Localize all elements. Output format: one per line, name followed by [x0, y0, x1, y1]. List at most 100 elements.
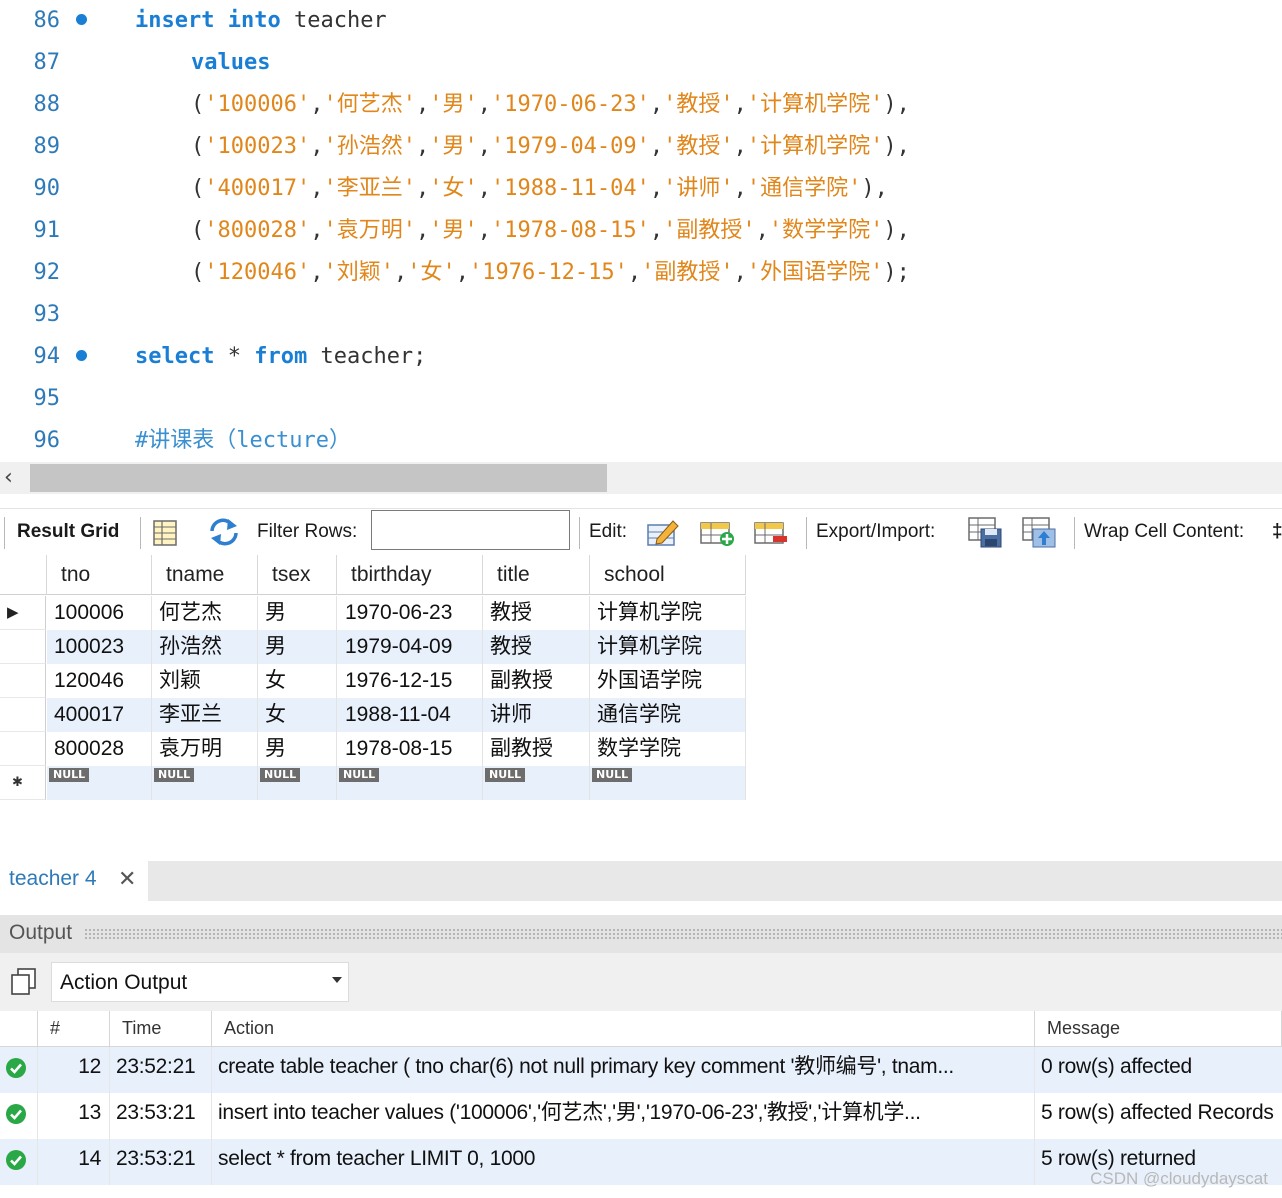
- import-icon[interactable]: [1021, 515, 1057, 549]
- output-cell-time[interactable]: 23:53:21: [110, 1093, 212, 1139]
- close-tab-icon[interactable]: ✕: [118, 867, 136, 892]
- output-row[interactable]: 13 23:53:21 insert into teacher values ('1…: [0, 1093, 1282, 1139]
- table-row[interactable]: NULL NULL NULL NULL NULL NULL: [47, 766, 746, 800]
- column-header-tno[interactable]: tno: [47, 555, 152, 595]
- output-cell-message[interactable]: 5 row(s) affected Records: [1035, 1093, 1282, 1139]
- code-line[interactable]: 93: [0, 294, 1282, 336]
- table-cell-tno[interactable]: 120046: [47, 664, 152, 698]
- refresh-icon[interactable]: [206, 515, 242, 549]
- output-cell-action[interactable]: insert into teacher values ('100006','何艺…: [212, 1093, 1035, 1139]
- table-cell-tname[interactable]: 何艺杰: [152, 596, 258, 630]
- sql-editor[interactable]: 86 insert into teacher 87 values 88 ('100006'…: [0, 0, 1282, 462]
- table-cell-tname[interactable]: NULL: [152, 766, 258, 800]
- output-cell-num[interactable]: 14: [38, 1139, 110, 1185]
- table-cell-title[interactable]: NULL: [483, 766, 590, 800]
- row-selector[interactable]: [0, 664, 46, 698]
- copy-icon[interactable]: [10, 967, 38, 997]
- tab-teacher-4[interactable]: teacher 4 ✕: [0, 861, 148, 901]
- row-selector[interactable]: [0, 698, 46, 732]
- table-cell-school[interactable]: 通信学院: [590, 698, 746, 732]
- code-line[interactable]: 91 ('800028','袁万明','男','1978-08-15','副教授'…: [0, 210, 1282, 252]
- result-grid[interactable]: tno tname tsex tbirthday title school ▶ 100006 何…: [0, 555, 746, 800]
- statement-marker-icon[interactable]: [76, 350, 87, 361]
- table-cell-tno[interactable]: NULL: [47, 766, 152, 800]
- code-text[interactable]: ('100006','何艺杰','男','1970-06-23','教授','计…: [191, 84, 910, 126]
- scrollbar-thumb[interactable]: [30, 464, 607, 492]
- row-selector[interactable]: [0, 630, 46, 664]
- code-text[interactable]: ('400017','李亚兰','女','1988-11-04','讲师','通…: [191, 168, 888, 210]
- table-cell-tbirthday[interactable]: NULL: [337, 766, 483, 800]
- code-line[interactable]: 90 ('400017','李亚兰','女','1988-11-04','讲师',…: [0, 168, 1282, 210]
- table-cell-tname[interactable]: 李亚兰: [152, 698, 258, 732]
- chevron-down-icon[interactable]: [332, 977, 342, 983]
- output-cell-time[interactable]: 23:52:21: [110, 1047, 212, 1093]
- table-cell-tsex[interactable]: 女: [258, 698, 337, 732]
- table-cell-tno[interactable]: 100023: [47, 630, 152, 664]
- code-text[interactable]: ('120046','刘颖','女','1976-12-15','副教授','外…: [191, 252, 910, 294]
- code-text[interactable]: insert into teacher: [135, 0, 387, 42]
- form-editor-icon[interactable]: [150, 515, 186, 549]
- wrap-cell-toggle[interactable]: ‡: [1272, 521, 1282, 543]
- table-cell-tsex[interactable]: 男: [258, 630, 337, 664]
- table-cell-tno[interactable]: 800028: [47, 732, 152, 766]
- row-selector[interactable]: ✱: [0, 766, 46, 800]
- edit-row-icon[interactable]: [645, 515, 681, 549]
- delete-row-icon[interactable]: [753, 515, 789, 549]
- table-cell-title[interactable]: 讲师: [483, 698, 590, 732]
- filter-rows-input[interactable]: [371, 510, 570, 550]
- output-type-select[interactable]: Action Output: [51, 962, 349, 1002]
- column-header-tbirthday[interactable]: tbirthday: [337, 555, 483, 595]
- code-line[interactable]: 92 ('120046','刘颖','女','1976-12-15','副教授',…: [0, 252, 1282, 294]
- output-column-header[interactable]: Action: [212, 1011, 1035, 1047]
- table-cell-title[interactable]: 副教授: [483, 664, 590, 698]
- tab-label[interactable]: teacher 4: [9, 867, 97, 891]
- output-cell-action[interactable]: select * from teacher LIMIT 0, 1000: [212, 1139, 1035, 1185]
- table-row[interactable]: 400017 李亚兰女 1988-11-04 讲师 通信学院: [47, 698, 746, 732]
- code-line[interactable]: 87 values: [0, 42, 1282, 84]
- table-cell-school[interactable]: NULL: [590, 766, 746, 800]
- output-column-header[interactable]: #: [38, 1011, 110, 1047]
- table-cell-tbirthday[interactable]: 1978-08-15: [337, 732, 483, 766]
- code-line[interactable]: 94 select * from teacher;: [0, 336, 1282, 378]
- code-line[interactable]: 88 ('100006','何艺杰','男','1970-06-23','教授',…: [0, 84, 1282, 126]
- row-selector[interactable]: ▶: [0, 596, 46, 630]
- scroll-left-arrow-icon[interactable]: ‹: [4, 465, 13, 490]
- table-cell-title[interactable]: 副教授: [483, 732, 590, 766]
- column-header-tname[interactable]: tname: [152, 555, 258, 595]
- table-row[interactable]: 100023 孙浩然男 1979-04-09 教授 计算机学院: [47, 630, 746, 664]
- table-cell-tbirthday[interactable]: 1979-04-09: [337, 630, 483, 664]
- table-cell-tno[interactable]: 400017: [47, 698, 152, 732]
- output-column-header[interactable]: Time: [110, 1011, 212, 1047]
- output-row[interactable]: 12 23:52:21 create table teacher ( tno cha…: [0, 1047, 1282, 1093]
- table-row[interactable]: 800028 袁万明男 1978-08-15 副教授 数学学院: [47, 732, 746, 766]
- output-cell-time[interactable]: 23:53:21: [110, 1139, 212, 1185]
- table-cell-tno[interactable]: 100006: [47, 596, 152, 630]
- table-cell-tsex[interactable]: 男: [258, 596, 337, 630]
- output-cell-num[interactable]: 13: [38, 1093, 110, 1139]
- column-header-school[interactable]: school: [590, 555, 746, 595]
- column-header-title[interactable]: title: [483, 555, 590, 595]
- editor-horizontal-scrollbar[interactable]: ‹: [0, 462, 1282, 494]
- export-icon[interactable]: [967, 515, 1003, 549]
- output-cell-message[interactable]: 0 row(s) affected: [1035, 1047, 1282, 1093]
- code-line[interactable]: 89 ('100023','孙浩然','男','1979-04-09','教授',…: [0, 126, 1282, 168]
- table-cell-tname[interactable]: 刘颖: [152, 664, 258, 698]
- table-cell-tsex[interactable]: 女: [258, 664, 337, 698]
- table-cell-title[interactable]: 教授: [483, 596, 590, 630]
- table-cell-tname[interactable]: 孙浩然: [152, 630, 258, 664]
- table-cell-tname[interactable]: 袁万明: [152, 732, 258, 766]
- output-column-header[interactable]: Message: [1035, 1011, 1282, 1047]
- code-text[interactable]: ('800028','袁万明','男','1978-08-15','副教授','…: [191, 210, 910, 252]
- table-row[interactable]: 100006 何艺杰男 1970-06-23 教授 计算机学院: [47, 596, 746, 630]
- table-cell-tsex[interactable]: 男: [258, 732, 337, 766]
- table-cell-tsex[interactable]: NULL: [258, 766, 337, 800]
- table-cell-school[interactable]: 计算机学院: [590, 596, 746, 630]
- result-grid-button[interactable]: Result Grid: [17, 521, 119, 543]
- table-cell-tbirthday[interactable]: 1988-11-04: [337, 698, 483, 732]
- output-cell-num[interactable]: 12: [38, 1047, 110, 1093]
- row-selector[interactable]: [0, 732, 46, 766]
- code-line[interactable]: 95: [0, 378, 1282, 420]
- column-header-tsex[interactable]: tsex: [258, 555, 337, 595]
- code-text[interactable]: select * from teacher;: [135, 336, 426, 378]
- table-cell-tbirthday[interactable]: 1976-12-15: [337, 664, 483, 698]
